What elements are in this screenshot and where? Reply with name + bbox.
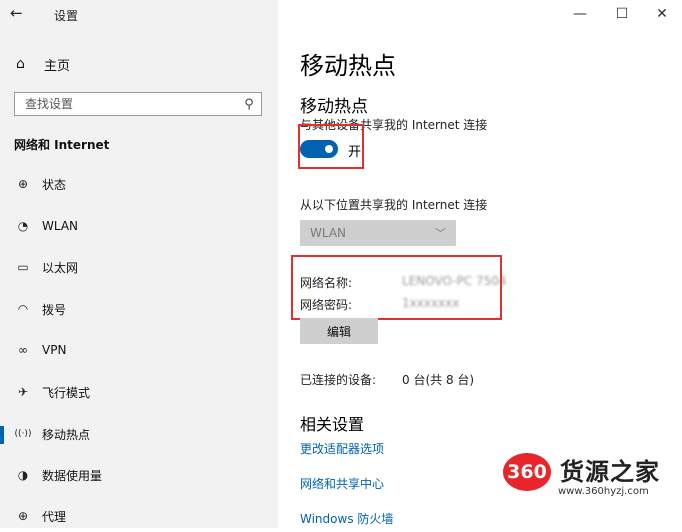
sidebar-item-ethernet[interactable]: ▭ 以太网 <box>0 251 278 283</box>
sidebar-item-label: 以太网 <box>42 260 79 275</box>
watermark-logo: 360 <box>503 453 551 491</box>
app-title: 设置 <box>54 9 79 23</box>
minimize-button[interactable]: — <box>566 4 594 24</box>
sidebar-item-dialup[interactable]: ◠ 拨号 <box>0 293 278 325</box>
sidebar-item-label: 代理 <box>42 509 67 524</box>
sidebar-item-label: 拨号 <box>42 302 67 317</box>
sidebar-item-home[interactable]: ⌂ 主页 <box>16 54 70 74</box>
sidebar-item-label: 主页 <box>44 58 71 74</box>
link-windows-firewall[interactable]: Windows 防火墙 <box>300 510 393 527</box>
close-button[interactable]: ✕ <box>648 4 676 24</box>
proxy-icon: ⊕ <box>17 509 29 523</box>
search-input[interactable] <box>15 93 237 115</box>
home-icon: ⌂ <box>16 56 25 72</box>
dialup-icon: ◠ <box>17 302 29 316</box>
sidebar-item-mobile-hotspot[interactable]: ((·)) 移动热点 <box>0 418 278 450</box>
sidebar-item-label: VPN <box>42 343 67 357</box>
dropdown-value: WLAN <box>310 226 347 240</box>
sidebar-item-label: 状态 <box>42 177 67 192</box>
sidebar-item-status[interactable]: ⊕ 状态 <box>0 168 278 200</box>
sidebar-item-label: 飞行模式 <box>42 385 91 400</box>
connected-devices-value: 0 台(共 8 台) <box>402 373 475 387</box>
data-usage-icon: ◑ <box>17 468 29 482</box>
sidebar-item-proxy[interactable]: ⊕ 代理 <box>0 500 278 532</box>
link-network-sharing-center[interactable]: 网络和共享中心 <box>300 475 384 492</box>
watermark-text: 货源之家 <box>560 458 660 486</box>
sidebar-item-vpn[interactable]: ∞ VPN <box>0 334 278 366</box>
section-title: 移动热点 <box>300 97 368 117</box>
airplane-icon: ✈ <box>17 385 29 399</box>
highlight-box-toggle <box>298 124 364 169</box>
link-adapter-options[interactable]: 更改适配器选项 <box>300 440 384 457</box>
search-icon[interactable]: ⚲ <box>237 97 261 112</box>
sidebar-item-data-usage[interactable]: ◑ 数据使用量 <box>0 459 278 491</box>
hotspot-icon: ((·)) <box>14 429 32 439</box>
page-title: 移动热点 <box>300 52 396 80</box>
sidebar-item-label: 移动热点 <box>42 427 91 442</box>
edit-button[interactable]: 编辑 <box>300 318 378 344</box>
back-arrow-icon[interactable]: ← <box>10 4 34 24</box>
sidebar-item-label: WLAN <box>42 219 79 233</box>
sidebar-item-wlan[interactable]: ◔ WLAN <box>0 210 278 242</box>
connected-devices-label: 已连接的设备: <box>300 373 377 387</box>
sidebar-item-label: 数据使用量 <box>42 468 103 483</box>
share-from-label: 从以下位置共享我的 Internet 连接 <box>300 198 488 212</box>
maximize-button[interactable]: ☐ <box>608 4 636 24</box>
highlight-box-network <box>291 255 502 320</box>
watermark-url: www.360hyzj.com <box>558 486 649 497</box>
sidebar: ← 设置 ⌂ 主页 ⚲ 网络和 Internet ⊕ 状态 ◔ WLAN ▭ 以… <box>0 0 278 528</box>
wifi-icon: ◔ <box>17 219 29 233</box>
search-box[interactable]: ⚲ <box>14 92 262 116</box>
chevron-down-icon: ﹀ <box>435 227 446 240</box>
share-from-dropdown[interactable]: WLAN ﹀ <box>300 220 456 246</box>
sidebar-section-title: 网络和 Internet <box>14 138 110 152</box>
globe-icon: ⊕ <box>17 177 29 191</box>
vpn-icon: ∞ <box>18 343 28 357</box>
related-settings-title: 相关设置 <box>300 415 365 434</box>
sidebar-item-airplane-mode[interactable]: ✈ 飞行模式 <box>0 376 278 408</box>
ethernet-icon: ▭ <box>17 260 29 274</box>
